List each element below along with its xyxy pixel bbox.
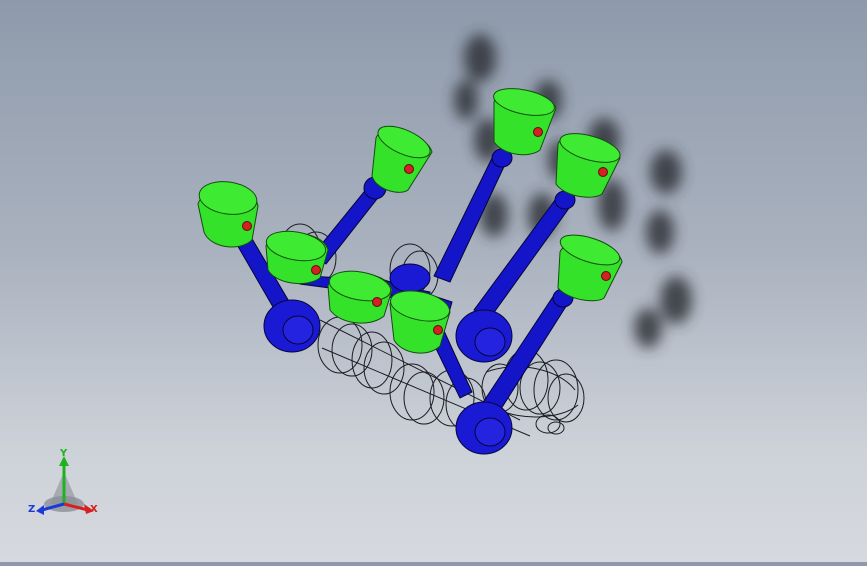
model-canvas[interactable] [0,0,867,562]
piston-7 [327,270,393,324]
piston-6 [265,230,329,285]
piston-1 [371,125,433,193]
graphics-viewport[interactable] [0,0,867,562]
piston-4 [557,234,623,302]
piston-5 [197,181,259,248]
y-axis-label: Y [60,448,68,459]
z-axis-label: Z [28,504,36,515]
reference-triad[interactable]: Y X Z [24,448,108,524]
x-axis-label: X [90,504,98,515]
